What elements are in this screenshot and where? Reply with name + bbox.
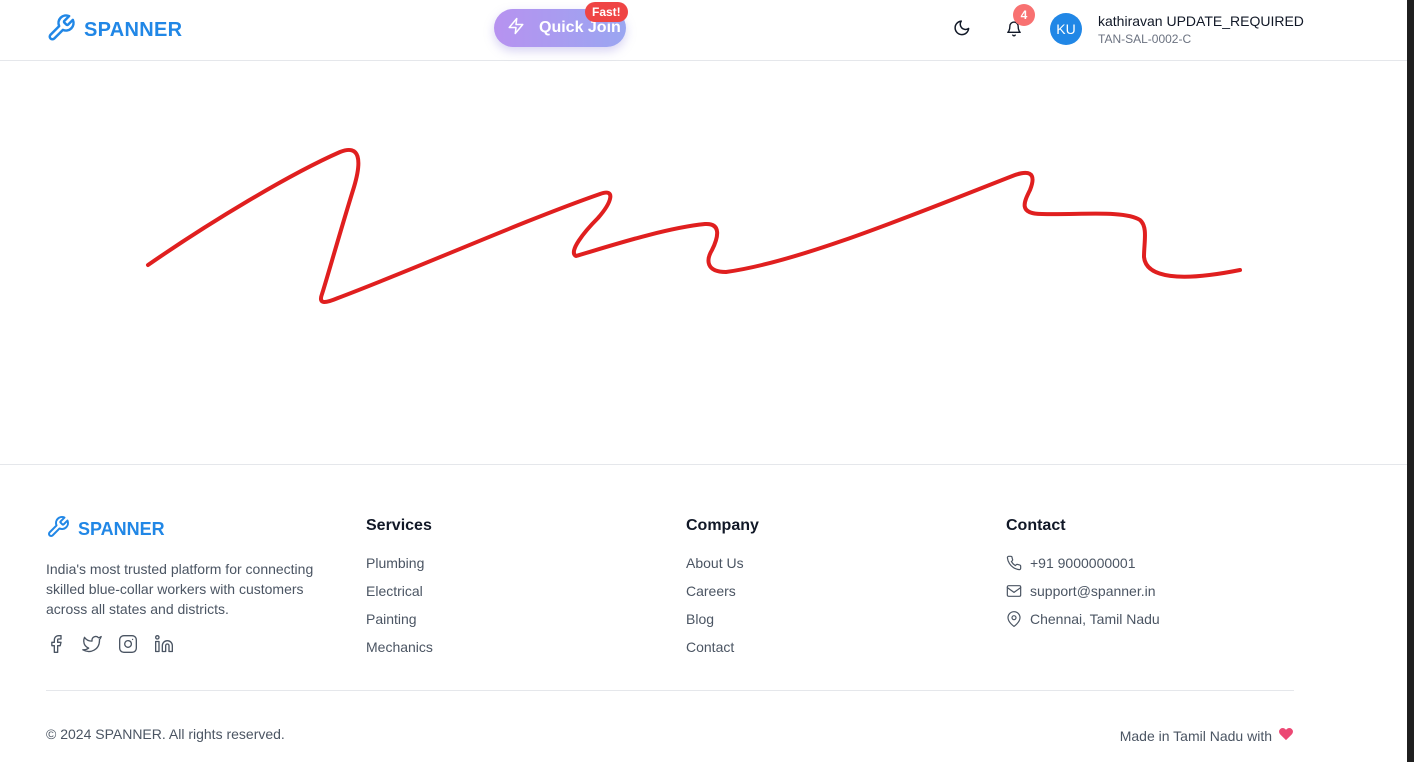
contact-phone-text: +91 9000000001 [1030,555,1136,571]
linkedin-icon[interactable] [154,634,174,654]
service-link-plumbing[interactable]: Plumbing [366,555,424,571]
services-column: Services Plumbing Electrical Painting Me… [366,517,433,667]
twitter-icon[interactable] [82,634,102,654]
made-in-label: Made in Tamil Nadu with [1119,727,1272,744]
lightning-icon [507,17,525,40]
contact-location: Chennai, Tamil Nadu [1006,611,1160,639]
brand-logo[interactable]: SPANNER [46,13,182,48]
notification-count-badge: 4 [1013,4,1035,26]
phone-icon [1006,555,1022,574]
service-link-mechanics[interactable]: Mechanics [366,639,433,655]
facebook-icon[interactable] [46,634,66,654]
heart-icon [1278,726,1294,745]
contact-location-text: Chennai, Tamil Nadu [1030,611,1160,627]
site-footer: SPANNER India's most trusted platform fo… [0,464,1407,762]
footer-brand[interactable]: SPANNER [46,515,165,544]
service-link-electrical[interactable]: Electrical [366,583,423,599]
fast-badge: Fast! [585,2,628,22]
user-name[interactable]: kathiravan UPDATE_REQUIRED [1098,13,1304,29]
moon-icon[interactable] [951,17,973,39]
made-in-text: Made in Tamil Nadu with [1120,726,1294,745]
wrench-icon [46,13,76,48]
service-link-painting[interactable]: Painting [366,611,417,627]
top-navbar: SPANNER Quick Join Fast! 4 KU kathiravan… [0,0,1407,61]
window-edge [1407,0,1414,762]
instagram-icon[interactable] [118,634,138,654]
company-column: Company About Us Careers Blog Contact [686,517,759,667]
social-links [46,634,174,654]
company-link-careers[interactable]: Careers [686,583,736,599]
main-content [0,62,1407,464]
footer-brand-name: SPANNER [78,519,165,539]
company-link-about[interactable]: About Us [686,555,744,571]
mail-icon [1006,583,1022,602]
map-pin-icon [1006,611,1022,630]
contact-email-text: support@spanner.in [1030,583,1156,599]
contact-phone[interactable]: +91 9000000001 [1006,555,1160,583]
user-id: TAN-SAL-0002-C [1098,32,1192,46]
footer-divider [46,690,1294,691]
red-scribble-annotation [146,148,1242,304]
contact-email[interactable]: support@spanner.in [1006,583,1160,611]
company-link-contact[interactable]: Contact [686,639,734,655]
footer-description: India's most trusted platform for connec… [46,561,314,617]
copyright-text: © 2024 SPANNER. All rights reserved. [46,726,285,742]
services-title: Services [366,517,432,534]
contact-title: Contact [1006,517,1066,534]
brand-name: SPANNER [84,19,183,41]
company-link-blog[interactable]: Blog [686,611,714,627]
contact-column: Contact +91 9000000001 support@spanner.i… [1006,517,1160,639]
user-avatar[interactable]: KU [1050,13,1082,45]
company-title: Company [686,517,759,534]
wrench-icon [46,515,70,544]
